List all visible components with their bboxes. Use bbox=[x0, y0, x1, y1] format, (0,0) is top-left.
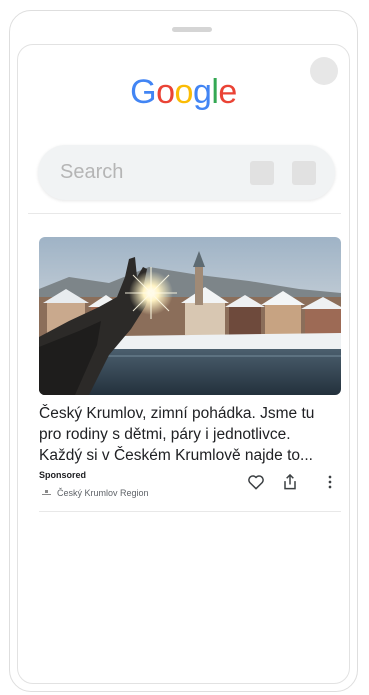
ad-image[interactable] bbox=[39, 237, 341, 395]
logo-letter-e: e bbox=[218, 73, 237, 111]
ad-text-line-2: pro rodiny s dětmi, páry i jednotlivce. bbox=[39, 426, 291, 443]
advertiser-row[interactable]: Český Krumlov Region bbox=[42, 488, 149, 498]
header-divider bbox=[28, 213, 341, 214]
winter-town-photo bbox=[39, 237, 341, 395]
advertiser-logo-icon bbox=[42, 489, 51, 498]
voice-search-icon[interactable] bbox=[250, 161, 274, 185]
logo-letter-o1: o bbox=[156, 73, 175, 111]
ad-text-line-1: Český Krumlov, zimní pohádka. Jsme tu bbox=[39, 405, 315, 422]
google-logo: Google bbox=[18, 73, 349, 112]
logo-letter-o2: o bbox=[174, 73, 194, 111]
search-bar[interactable]: Search bbox=[38, 145, 335, 200]
advertiser-name: Český Krumlov Region bbox=[57, 488, 149, 498]
share-icon[interactable] bbox=[280, 472, 300, 492]
phone-speaker bbox=[172, 27, 212, 32]
card-divider bbox=[39, 511, 341, 512]
phone-screen: Google Search Český Krumlov, zimní pohád… bbox=[17, 44, 350, 684]
lens-icon[interactable] bbox=[292, 161, 316, 185]
heart-outline-icon[interactable] bbox=[246, 472, 266, 492]
ad-text-line-3: Každý si v Českém Krumlově najde to... bbox=[39, 447, 313, 464]
logo-letter-g: G bbox=[130, 73, 157, 111]
sponsored-label: Sponsored bbox=[39, 470, 87, 480]
logo-letter-g2: g bbox=[192, 73, 212, 111]
phone-frame: Google Search Český Krumlov, zimní pohád… bbox=[9, 10, 358, 692]
ad-description[interactable]: Český Krumlov, zimní pohádka. Jsme tu pr… bbox=[39, 403, 341, 466]
search-input[interactable]: Search bbox=[60, 161, 123, 184]
more-vert-icon[interactable] bbox=[320, 472, 340, 492]
